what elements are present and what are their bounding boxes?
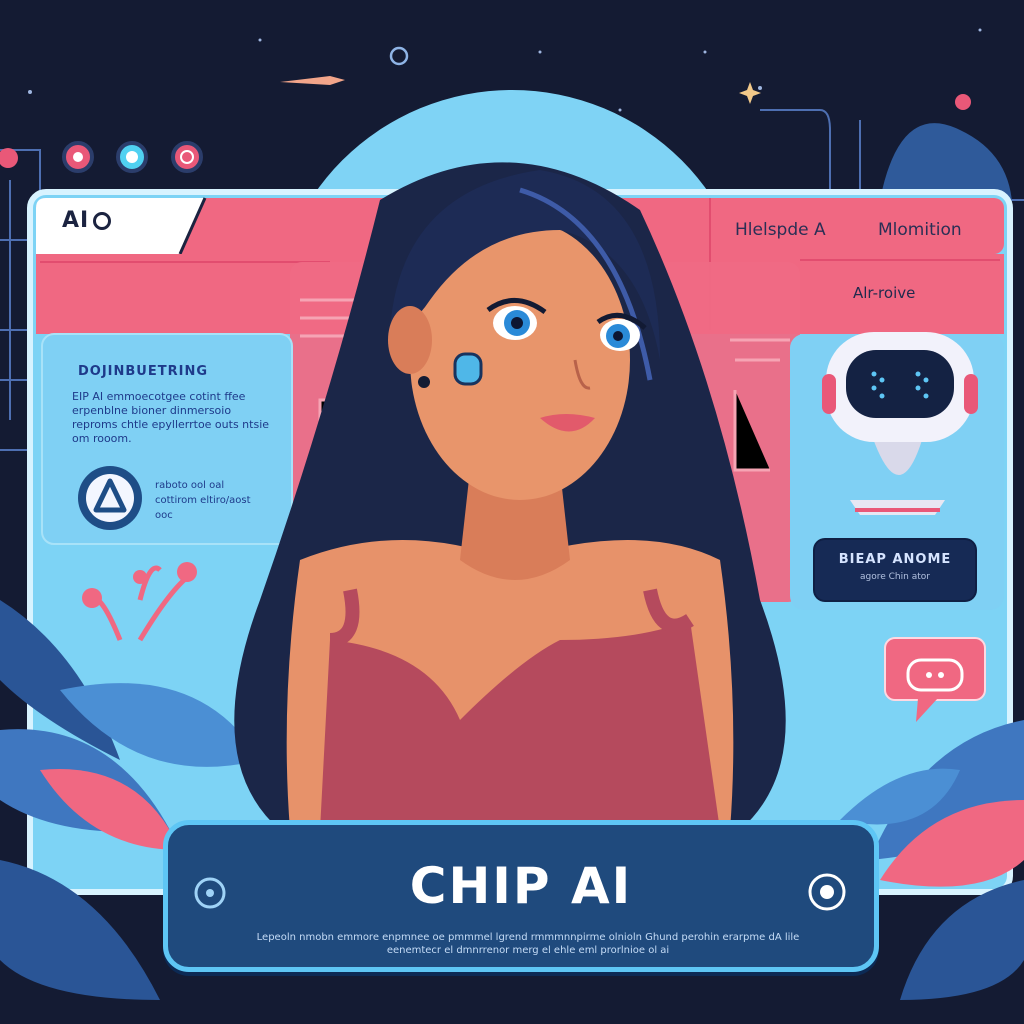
status-button-subtitle: agore Chin ator xyxy=(860,572,930,582)
app-logo-text: AI xyxy=(62,208,90,233)
sparkle-icon xyxy=(739,82,761,104)
right-panel-subtitle: Alr-roive xyxy=(853,284,916,302)
comet-shape xyxy=(280,76,345,85)
status-button[interactable]: BIEAP ANOME agore Chin ator xyxy=(815,540,975,600)
nav-item-1[interactable]: Hlelspde A xyxy=(735,220,826,240)
left-panel-note: raboto ool oal cottirom eltiro/aost ooc xyxy=(155,480,251,521)
orbit-circle-icon xyxy=(389,46,409,66)
status-button-title: BIEAP ANOME xyxy=(838,552,952,567)
title-banner: CHIP AI Lepeoln nmobn emmore enpmnee oe … xyxy=(163,820,879,972)
nav-item-2[interactable]: Mlomition xyxy=(878,220,962,240)
left-panel-title: DOJINBUETRING xyxy=(78,364,209,379)
banner-caption: Lepeoln nmobn emmore enpmnee oe pmmmel l… xyxy=(256,932,800,956)
logo-ring-icon xyxy=(93,212,112,230)
app-logo[interactable]: AI xyxy=(62,208,112,233)
left-panel-body: EIP AI emmoecotgee cotint ffee erpenblne… xyxy=(72,390,270,445)
banner-title: CHIP AI xyxy=(409,857,633,915)
ear-device-icon xyxy=(453,352,483,386)
